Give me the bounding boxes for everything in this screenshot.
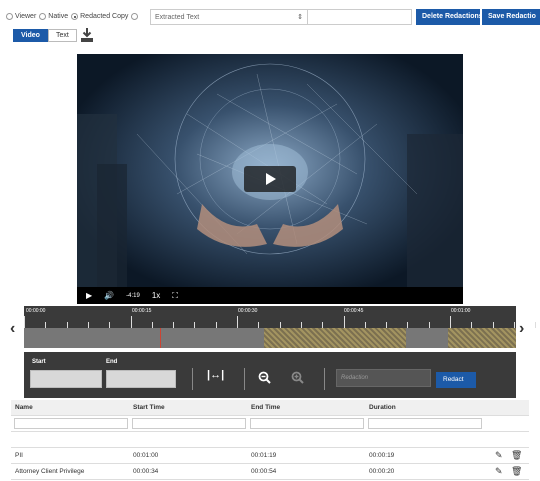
row-start: 00:00:34 <box>133 468 159 475</box>
timeline-next-arrow-icon[interactable]: › <box>519 320 524 338</box>
redacted-copy-radio[interactable]: Redacted Copy <box>71 13 128 20</box>
viewer-radio-label: Viewer <box>15 13 37 20</box>
viewer-mode-group: Viewer Native Redacted Copy <box>6 13 139 20</box>
column-header-start-time[interactable]: Start Time <box>133 404 165 411</box>
timeline-prev-arrow-icon[interactable]: ‹ <box>10 320 15 338</box>
divider <box>192 368 193 390</box>
timeline-tick <box>130 316 132 328</box>
start-time-input[interactable] <box>30 370 102 388</box>
redaction-segment[interactable] <box>448 328 516 348</box>
row-name: PII <box>15 452 23 459</box>
delete-trash-icon[interactable]: 🗑 <box>511 466 522 477</box>
row-end: 00:00:54 <box>251 468 277 475</box>
redact-button[interactable]: Redact <box>436 372 476 388</box>
redacted-copy-radio-label: Redacted Copy <box>80 13 129 20</box>
playback-speed-button[interactable]: 1x <box>152 291 160 300</box>
edit-pencil-icon[interactable]: ✎ <box>495 466 503 477</box>
timeline-track[interactable] <box>24 328 516 348</box>
delete-trash-icon[interactable]: 🗑 <box>511 450 522 461</box>
volume-icon[interactable]: 🔊 <box>104 291 114 300</box>
redaction-timeline[interactable]: 00:00:00 00:00:15 00:00:30 00:00:45 00:0… <box>24 306 537 348</box>
timeline-tick <box>450 316 451 328</box>
tab-text[interactable]: Text <box>47 29 77 42</box>
row-start: 00:01:00 <box>133 452 159 459</box>
native-radio-label: Native <box>48 13 69 20</box>
row-end: 00:01:19 <box>251 452 277 459</box>
end-time-input[interactable] <box>106 370 176 388</box>
playhead[interactable] <box>160 328 161 348</box>
timeline-ruler: 00:00:00 00:00:15 00:00:30 00:00:45 00:0… <box>24 306 537 328</box>
table-row[interactable]: Attorney Client Privilege 00:00:34 00:00… <box>11 464 529 480</box>
column-header-name[interactable]: Name <box>15 404 33 411</box>
video-player[interactable]: ▶ 🔊 -4:19 1x ⛶ <box>77 54 463 304</box>
zoom-in-icon[interactable] <box>291 371 304 384</box>
table-row-spacer <box>11 432 529 448</box>
timeline-tick <box>343 316 345 328</box>
delete-redactions-button[interactable]: Delete Redactions <box>416 9 480 25</box>
tick-label: 00:00:30 <box>238 308 258 314</box>
table-filter-row <box>11 416 529 432</box>
zoom-out-icon[interactable] <box>258 371 271 384</box>
redacted-copy-radio-dot[interactable] <box>71 13 79 20</box>
tick-label: 00:00:00 <box>26 308 46 314</box>
duration-filter-input[interactable] <box>368 418 482 429</box>
native-radio[interactable]: Native <box>39 13 68 20</box>
table-row[interactable]: PII 00:01:00 00:01:19 00:00:19 ✎ 🗑 <box>11 448 529 464</box>
column-header-end-time[interactable]: End Time <box>251 404 280 411</box>
timeline-tick <box>24 316 25 328</box>
tick-label: 00:00:15 <box>132 308 152 314</box>
time-remaining: -4:19 <box>126 292 140 299</box>
start-filter-input[interactable] <box>132 418 246 429</box>
top-toolbar: Viewer Native Redacted Copy Extracted Te… <box>0 0 540 26</box>
viewer-radio-dot[interactable] <box>6 13 13 20</box>
redaction-name-input[interactable]: Redaction <box>336 369 431 387</box>
timeline-tick <box>535 322 537 328</box>
save-redactions-button[interactable]: Save Redactio <box>482 9 540 25</box>
redactions-table: Name Start Time End Time Duration PII 00… <box>11 400 529 480</box>
select-caret-icon: ⇕ <box>297 14 303 21</box>
secondary-field[interactable] <box>308 9 412 25</box>
tick-label: 00:00:45 <box>344 308 364 314</box>
extracted-text-select-value: Extracted Text <box>155 14 200 21</box>
start-label: Start <box>32 359 46 365</box>
divider <box>324 368 325 390</box>
play-icon[interactable]: ▶ <box>86 291 92 300</box>
play-overlay-button[interactable] <box>244 166 296 192</box>
end-filter-input[interactable] <box>250 418 364 429</box>
redaction-editor: Start End |↔| Redaction Redact <box>24 352 516 398</box>
viewer-radio[interactable]: Viewer <box>6 13 36 20</box>
row-name: Attorney Client Privilege <box>15 468 85 475</box>
download-icon[interactable] <box>80 27 94 43</box>
fit-range-icon[interactable]: |↔| <box>207 369 224 381</box>
native-radio-dot[interactable] <box>39 13 47 20</box>
tick-label: 00:01:00 <box>451 308 471 314</box>
row-duration: 00:00:19 <box>369 452 395 459</box>
redaction-segment[interactable] <box>264 328 406 348</box>
end-label: End <box>106 359 118 365</box>
edit-pencil-icon[interactable]: ✎ <box>495 450 503 461</box>
extracted-text-select[interactable]: Extracted Text ⇕ <box>150 9 308 25</box>
table-header-row: Name Start Time End Time Duration <box>11 400 529 416</box>
video-controls-bar: ▶ 🔊 -4:19 1x ⛶ <box>77 287 463 304</box>
tab-video[interactable]: Video <box>13 29 48 42</box>
timeline-tick <box>237 316 238 328</box>
fullscreen-icon[interactable]: ⛶ <box>172 291 178 301</box>
name-filter-input[interactable] <box>14 418 128 429</box>
extra-radio-dot[interactable] <box>131 13 139 20</box>
row-duration: 00:00:20 <box>369 468 395 475</box>
divider <box>244 368 245 390</box>
column-header-duration[interactable]: Duration <box>369 404 396 411</box>
view-tabs: Video Text <box>13 29 77 42</box>
